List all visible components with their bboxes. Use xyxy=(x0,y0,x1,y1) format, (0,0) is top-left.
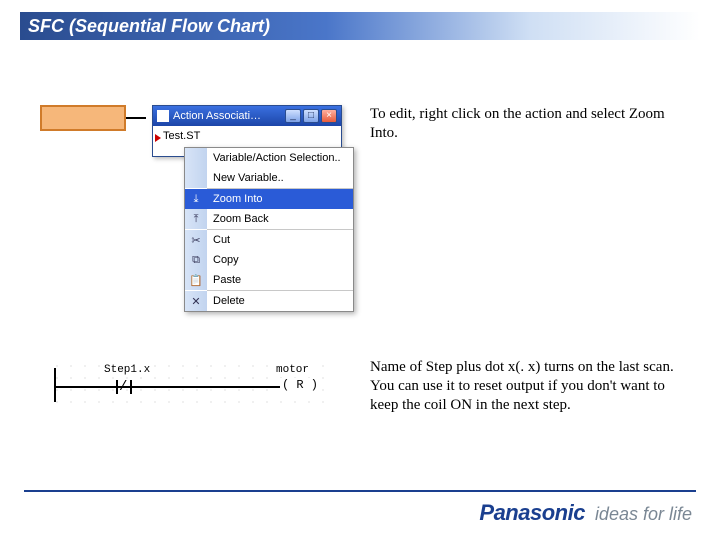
nc-slash: / xyxy=(119,380,129,394)
ladder-rung xyxy=(54,386,296,388)
ladder-nc-contact[interactable]: / xyxy=(112,374,136,398)
menu-item-variable-selection[interactable]: Variable/Action Selection.. xyxy=(185,148,353,168)
window-title: Action Associati… xyxy=(173,110,281,122)
ladder-reset-coil[interactable]: ( R ) xyxy=(280,378,320,392)
window-app-icon xyxy=(157,110,169,122)
page-title-bar: SFC (Sequential Flow Chart) xyxy=(20,12,700,40)
delete-icon: ✕ xyxy=(185,291,207,311)
context-menu: Variable/Action Selection.. New Variable… xyxy=(184,147,354,312)
menu-label: Zoom Back xyxy=(207,213,353,225)
maximize-button[interactable]: □ xyxy=(303,109,319,123)
menu-label: Paste xyxy=(207,274,353,286)
page-title: SFC (Sequential Flow Chart) xyxy=(20,16,270,37)
description-step-x: Name of Step plus dot x(. x) turns on th… xyxy=(370,358,684,414)
menu-item-delete[interactable]: ✕ Delete xyxy=(185,291,353,311)
menu-item-paste[interactable]: 📋 Paste xyxy=(185,270,353,290)
window-titlebar[interactable]: Action Associati… _ □ × xyxy=(153,106,341,126)
paste-icon: 📋 xyxy=(185,270,207,290)
close-button[interactable]: × xyxy=(321,109,337,123)
brand-tagline: ideas for life xyxy=(595,504,692,525)
menu-label: Zoom Into xyxy=(207,193,353,205)
footer: Panasonic ideas for life xyxy=(479,500,692,526)
cut-icon: ✂ xyxy=(185,230,207,250)
sfc-step-box[interactable] xyxy=(40,105,126,131)
window-buttons: _ □ × xyxy=(285,109,337,123)
footer-rule xyxy=(24,490,696,492)
menu-label: New Variable.. xyxy=(207,172,353,184)
menu-item-copy[interactable]: ⧉ Copy xyxy=(185,250,353,270)
menu-label: Delete xyxy=(207,295,353,307)
action-marker-icon xyxy=(155,134,161,142)
menu-item-zoom-into[interactable]: ⤓ Zoom Into xyxy=(185,189,353,209)
menu-item-cut[interactable]: ✂ Cut xyxy=(185,230,353,250)
zoom-back-icon: ⤒ xyxy=(185,209,207,229)
menu-label: Variable/Action Selection.. xyxy=(207,152,353,164)
ladder-left-rail xyxy=(54,368,56,402)
minimize-button[interactable]: _ xyxy=(285,109,301,123)
zoom-into-icon: ⤓ xyxy=(185,189,207,209)
ladder-coil-label: motor xyxy=(274,364,311,376)
menu-label: Cut xyxy=(207,234,353,246)
action-item[interactable]: Test.ST xyxy=(163,130,200,142)
brand-logo: Panasonic xyxy=(479,500,585,526)
ladder-diagram: Step1.x / motor ( R ) xyxy=(50,360,330,406)
menu-item-zoom-back[interactable]: ⤒ Zoom Back xyxy=(185,209,353,229)
copy-icon: ⧉ xyxy=(185,250,207,270)
blank-icon xyxy=(185,148,207,168)
blank-icon xyxy=(185,168,207,188)
sfc-connector-line xyxy=(126,117,146,119)
menu-label: Copy xyxy=(207,254,353,266)
description-zoom-into: To edit, right click on the action and s… xyxy=(370,105,684,143)
menu-item-new-variable[interactable]: New Variable.. xyxy=(185,168,353,188)
